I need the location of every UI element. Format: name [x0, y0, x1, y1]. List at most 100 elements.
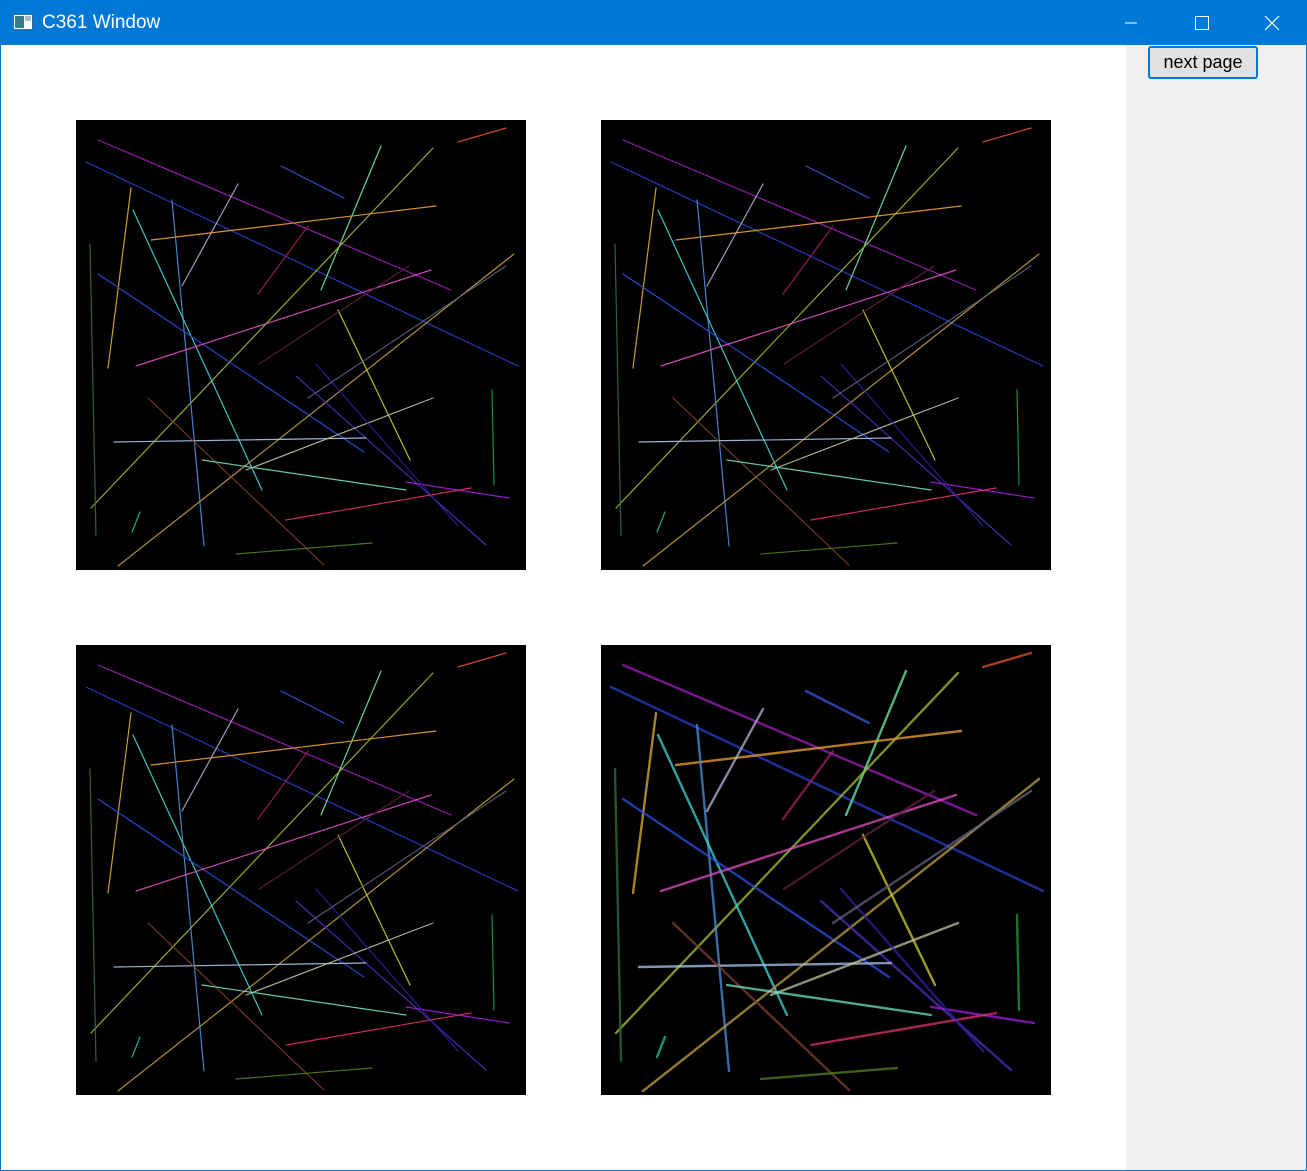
- app-window-icon: [13, 14, 33, 30]
- line-segment-7: [150, 730, 437, 766]
- line-segment-8: [632, 187, 657, 369]
- line-segment-17: [782, 789, 936, 891]
- line-segment-25: [809, 1011, 998, 1047]
- line-segment-1: [97, 664, 452, 816]
- minimize-button[interactable]: [1096, 1, 1166, 45]
- line-segment-9: [171, 724, 205, 1072]
- line-segment-14: [89, 243, 97, 537]
- line-segment-25: [285, 1012, 472, 1046]
- line-segment-30: [831, 789, 1033, 925]
- line-segment-19: [820, 375, 1012, 546]
- line-segment-5: [320, 670, 382, 816]
- line-segment-12: [622, 273, 890, 453]
- line-segment-21: [147, 922, 325, 1091]
- line-segment-16: [337, 309, 411, 461]
- line-segment-28: [656, 511, 666, 533]
- line-segment-22: [245, 922, 434, 996]
- line-segment-8: [107, 712, 132, 894]
- line-segment-30: [832, 265, 1032, 399]
- line-segment-16: [862, 309, 936, 461]
- line-segment-27: [1015, 913, 1021, 1012]
- line-segment-12: [97, 798, 365, 978]
- line-segment-17: [258, 265, 410, 365]
- line-segment-30: [307, 265, 507, 399]
- line-segment-14: [613, 767, 623, 1063]
- line-segment-7: [150, 205, 437, 241]
- line-segment-4: [805, 165, 870, 199]
- line-drawing-panel-1: [76, 120, 526, 570]
- line-segment-12: [97, 273, 365, 453]
- line-segment-18: [257, 750, 309, 820]
- line-segment-21: [672, 397, 850, 566]
- line-segment-22: [245, 397, 434, 471]
- line-segment-1: [621, 663, 978, 817]
- line-segment-29: [315, 363, 459, 527]
- line-segment-6: [90, 672, 434, 1034]
- line-segment-10: [132, 734, 263, 1016]
- minimize-icon: [1125, 22, 1137, 24]
- line-segment-3: [981, 651, 1033, 669]
- line-segment-19: [819, 899, 1013, 1072]
- window-title: C361 Window: [42, 12, 161, 33]
- line-segment-27: [491, 389, 495, 486]
- line-segment-10: [132, 209, 263, 491]
- line-segment-17: [783, 265, 935, 365]
- line-segment-18: [782, 225, 834, 295]
- line-segment-8: [107, 187, 132, 369]
- title-bar[interactable]: C361 Window: [1, 1, 1306, 45]
- line-segment-10: [657, 209, 788, 491]
- line-segment-26: [760, 542, 898, 555]
- line-segment-6: [615, 147, 959, 509]
- close-button[interactable]: [1236, 1, 1306, 45]
- line-segment-18: [257, 225, 309, 295]
- line-segment-7: [675, 205, 962, 241]
- line-segment-28: [655, 1035, 667, 1059]
- line-segment-30: [307, 790, 507, 924]
- line-segment-5: [845, 145, 907, 291]
- line-segment-1: [622, 139, 977, 291]
- close-icon: [1264, 15, 1280, 31]
- next-page-button[interactable]: next page: [1148, 46, 1258, 79]
- line-segment-4: [280, 690, 345, 724]
- maximize-button[interactable]: [1166, 1, 1236, 45]
- line-segment-28: [131, 1036, 141, 1058]
- line-segment-3: [457, 127, 507, 143]
- line-segment-3: [457, 652, 507, 668]
- line-segment-9: [695, 723, 731, 1073]
- app-window: C361 Window next page: [0, 0, 1307, 1171]
- line-segment-3: [982, 127, 1032, 143]
- line-segment-26: [235, 1067, 373, 1080]
- line-segment-4: [280, 165, 345, 199]
- line-drawing-panel-3: [76, 645, 526, 1095]
- line-segment-16: [337, 834, 411, 986]
- line-segment-27: [491, 914, 495, 1011]
- line-segment-22: [770, 397, 959, 471]
- line-segment-22: [769, 921, 960, 997]
- line-segment-29: [840, 363, 984, 527]
- line-segment-9: [696, 199, 730, 547]
- line-segment-17: [258, 790, 410, 890]
- side-panel: next page: [1126, 45, 1306, 1170]
- line-segment-19: [295, 375, 487, 546]
- line-segment-6: [90, 147, 434, 509]
- line-segment-21: [147, 397, 325, 566]
- drawing-canvas: [1, 45, 1126, 1170]
- maximize-icon: [1195, 16, 1209, 30]
- client-area: next page: [1, 45, 1306, 1170]
- line-segment-28: [131, 511, 141, 533]
- line-segment-4: [804, 689, 871, 725]
- line-segment-9: [171, 199, 205, 547]
- line-segment-25: [285, 487, 472, 521]
- line-segment-1: [97, 139, 452, 291]
- line-drawing-panel-2: [601, 120, 1051, 570]
- line-segment-5: [320, 145, 382, 291]
- line-segment-14: [614, 243, 622, 537]
- line-segment-19: [295, 900, 487, 1071]
- line-segment-25: [810, 487, 997, 521]
- line-segment-7: [674, 729, 963, 767]
- line-segment-18: [781, 749, 835, 821]
- line-drawing-panel-4: [601, 645, 1051, 1095]
- line-segment-8: [631, 711, 658, 895]
- line-segment-27: [1016, 389, 1020, 486]
- line-segment-29: [315, 888, 459, 1052]
